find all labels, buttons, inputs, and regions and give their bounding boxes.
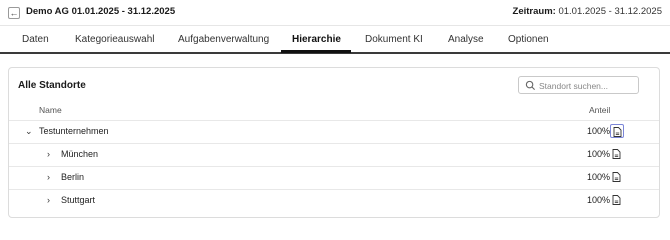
document-icon (612, 172, 621, 182)
back-button[interactable]: ← (8, 7, 20, 19)
table-row: › München 100% (9, 143, 659, 165)
table-row: ⌄ Testunternehmen 100% (9, 120, 659, 142)
document-icon (613, 127, 622, 137)
tab-bar: Daten Kategorieauswahl Aufgabenverwaltun… (0, 26, 670, 54)
document-button[interactable] (610, 124, 624, 138)
search-box[interactable] (518, 76, 639, 94)
period-label: Zeitraum: (512, 6, 556, 17)
table-row: › Berlin 100% (9, 166, 659, 188)
row-share: 100% (587, 195, 611, 205)
chevron-right-icon[interactable]: › (47, 173, 55, 182)
document-icon (612, 195, 621, 205)
tab-optionen[interactable]: Optionen (508, 34, 549, 45)
column-header-share: Anteil (589, 105, 611, 115)
document-icon (612, 149, 621, 159)
tab-hierarchie[interactable]: Hierarchie (292, 34, 341, 45)
row-name: Testunternehmen (39, 126, 109, 136)
search-icon (525, 80, 536, 91)
row-share: 100% (587, 172, 611, 182)
period-value: 01.01.2025 - 31.12.2025 (558, 6, 662, 17)
document-button[interactable] (610, 147, 624, 161)
table-row: › Stuttgart 100% (9, 189, 659, 211)
search-input[interactable] (539, 79, 635, 92)
row-share: 100% (587, 149, 611, 159)
row-name: Berlin (61, 172, 85, 182)
chevron-down-icon[interactable]: ⌄ (25, 127, 33, 136)
tab-kategorieauswahl[interactable]: Kategorieauswahl (75, 34, 155, 45)
chevron-right-icon[interactable]: › (47, 196, 55, 205)
document-button[interactable] (610, 193, 624, 207)
tab-analyse[interactable]: Analyse (448, 34, 484, 45)
column-header-name: Name (39, 105, 62, 115)
row-share: 100% (587, 126, 611, 136)
tab-daten[interactable]: Daten (22, 34, 49, 45)
page-title: Demo AG 01.01.2025 - 31.12.2025 (26, 6, 176, 17)
period-display: Zeitraum: 01.01.2025 - 31.12.2025 (513, 6, 662, 17)
chevron-right-icon[interactable]: › (47, 150, 55, 159)
active-tab-indicator (281, 50, 351, 53)
document-button[interactable] (610, 170, 624, 184)
tab-dokument-ki[interactable]: Dokument KI (365, 34, 423, 45)
top-bar: ← Demo AG 01.01.2025 - 31.12.2025 Zeitra… (0, 0, 670, 26)
locations-panel: Alle Standorte Name Anteil ⌄ Testunterne… (8, 67, 660, 218)
row-name: München (61, 149, 99, 159)
panel-title: Alle Standorte (18, 80, 86, 91)
tab-aufgabenverwaltung[interactable]: Aufgabenverwaltung (178, 34, 269, 45)
row-name: Stuttgart (61, 195, 96, 205)
arrow-left-icon: ← (9, 8, 19, 18)
